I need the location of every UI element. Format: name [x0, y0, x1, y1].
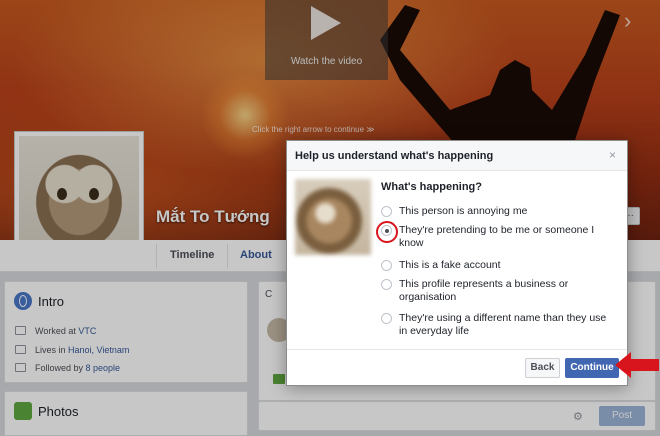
- back-button[interactable]: Back: [525, 358, 560, 378]
- option-business[interactable]: This profile represents a business or or…: [381, 278, 613, 304]
- radio-button[interactable]: [381, 279, 392, 290]
- option-label: This profile represents a business or or…: [399, 278, 569, 303]
- radio-button-selected[interactable]: [376, 221, 398, 243]
- report-dialog: Help us understand what's happening × Wh…: [286, 140, 628, 386]
- option-annoying[interactable]: This person is annoying me: [381, 205, 613, 218]
- arrow-left-icon: [615, 352, 659, 378]
- dialog-question: What's happening?: [381, 181, 482, 193]
- dialog-header: Help us understand what's happening ×: [287, 141, 627, 171]
- radio-button[interactable]: [381, 206, 392, 217]
- radio-button[interactable]: [381, 260, 392, 271]
- option-label: This person is annoying me: [399, 205, 528, 217]
- reported-profile-thumbnail: [295, 179, 371, 255]
- facebook-profile-page: Watch the video Click the right arrow to…: [0, 0, 660, 436]
- option-pretending[interactable]: They're pretending to be me or someone I…: [376, 221, 613, 250]
- highlight-circle: [376, 221, 398, 243]
- option-label: This is a fake account: [399, 259, 501, 271]
- radio-button[interactable]: [381, 313, 392, 324]
- option-label: They're using a different name than they…: [399, 312, 607, 337]
- dialog-title: Help us understand what's happening: [295, 150, 494, 162]
- continue-button[interactable]: Continue: [565, 358, 619, 378]
- option-fake-account[interactable]: This is a fake account: [381, 259, 613, 272]
- option-label: They're pretending to be me or someone I…: [399, 224, 595, 249]
- option-different-name[interactable]: They're using a different name than they…: [381, 312, 613, 338]
- dialog-footer: Back Continue: [287, 349, 627, 385]
- close-icon[interactable]: ×: [609, 148, 616, 162]
